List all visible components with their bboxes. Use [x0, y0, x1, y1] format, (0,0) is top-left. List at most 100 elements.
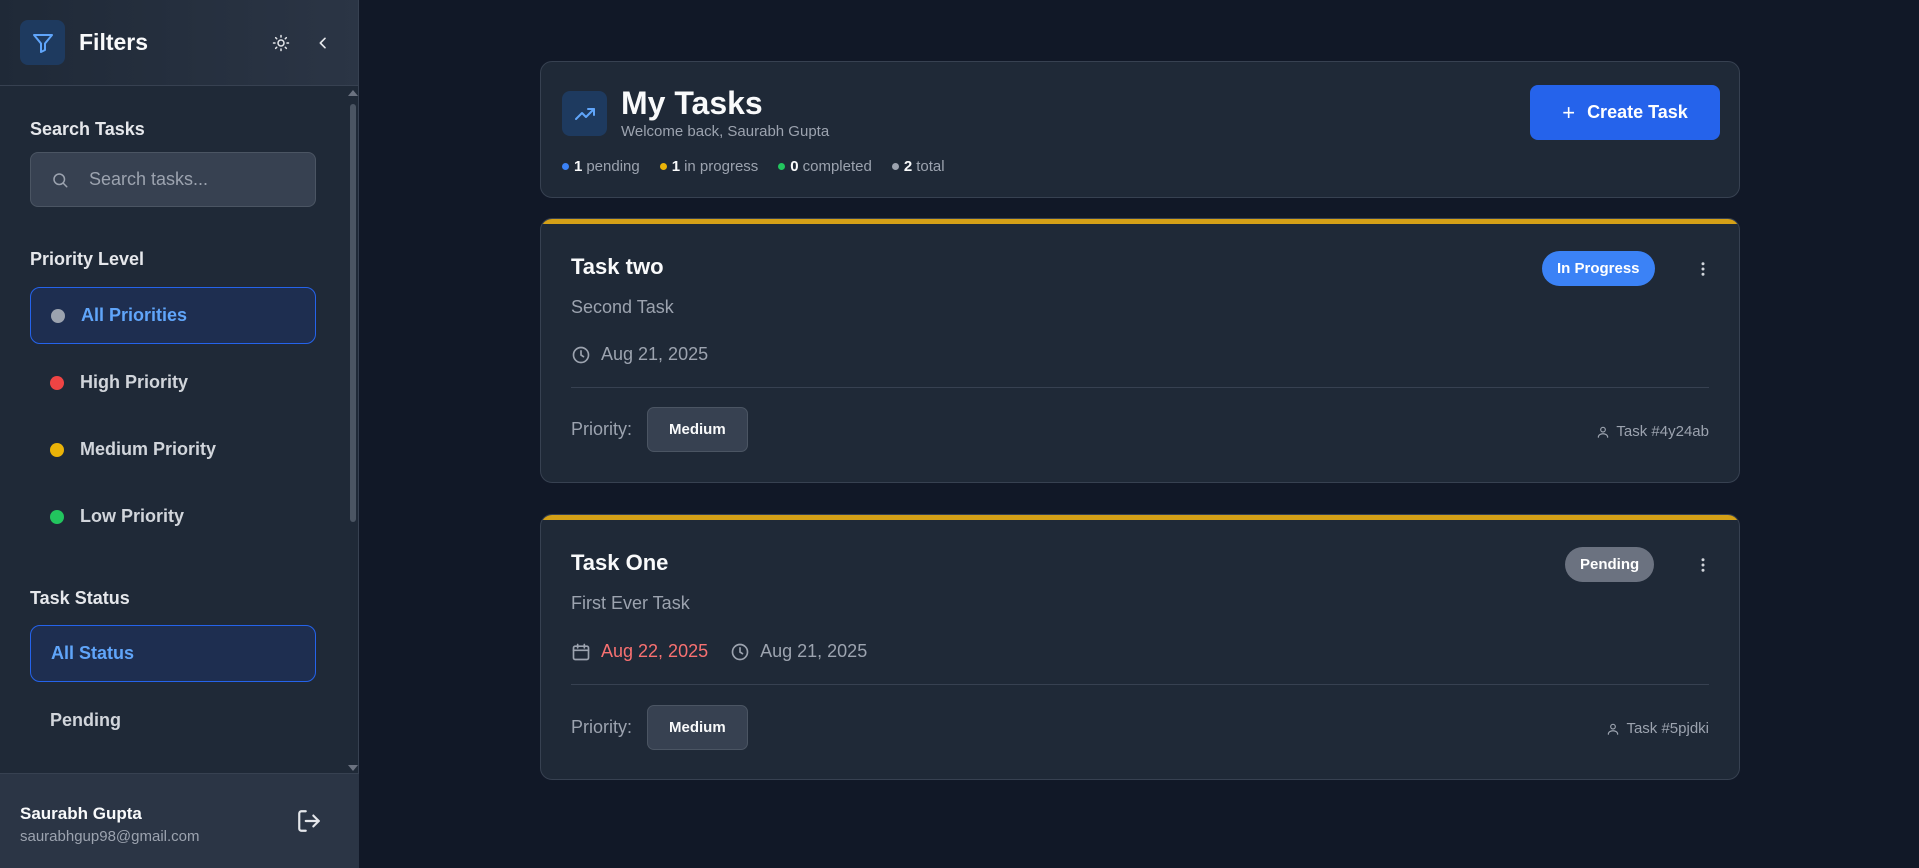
stat-dot: [562, 163, 569, 170]
scroll-up-arrow[interactable]: [348, 90, 358, 96]
task-menu-button[interactable]: [1691, 257, 1715, 281]
stat-label: completed: [802, 158, 872, 175]
scroll-down-arrow[interactable]: [348, 765, 358, 771]
status-label: Task Status: [30, 588, 130, 608]
search-icon: [53, 172, 68, 187]
task-description: First Ever Task: [571, 593, 690, 613]
stat-dot: [659, 163, 667, 170]
stat-dot: [891, 163, 899, 170]
priority-filter-label: All Priorities: [81, 305, 188, 325]
status-filter-label: Pending: [50, 710, 121, 730]
priority-filter-medium[interactable]: Medium Priority: [30, 421, 316, 478]
user-icon: [1608, 723, 1619, 735]
status-filter-all[interactable]: All Status: [30, 625, 316, 682]
task-menu-button[interactable]: [1691, 553, 1715, 577]
sidebar-title: Filters: [79, 29, 149, 55]
more-vertical-icon: [1701, 558, 1705, 572]
sidebar-scrollbar[interactable]: [350, 104, 356, 522]
priority-dot: [50, 509, 64, 524]
priority-filter-label: High Priority: [80, 372, 189, 392]
sun-icon: [272, 34, 290, 51]
updated-date: Aug 21, 2025: [730, 641, 867, 662]
task-id: Task #5pjdki: [1606, 720, 1709, 737]
clock-icon: [572, 346, 590, 363]
stat-count: 1: [671, 158, 681, 175]
status-badge: In Progress: [1542, 251, 1655, 286]
stat-dot: [778, 163, 786, 170]
updated-date-text: Aug 21, 2025: [601, 344, 709, 364]
search-label: Search Tasks: [30, 119, 145, 139]
logout-icon: [298, 810, 320, 832]
priority-filter-high[interactable]: High Priority: [30, 354, 316, 411]
user-name: Saurabh Gupta: [20, 804, 142, 823]
priority-label: Priority Level: [30, 249, 145, 269]
filter-icon: [20, 20, 65, 65]
priority-badge: Medium: [647, 407, 748, 452]
task-title: Task two: [571, 254, 664, 279]
create-task-button[interactable]: + Create Task: [1530, 85, 1720, 140]
clock-icon: [731, 643, 749, 660]
theme-toggle-button[interactable]: [266, 28, 296, 58]
priority-filter-label: Medium Priority: [80, 439, 217, 459]
task-title: Task One: [571, 550, 669, 575]
priority-dot: [50, 442, 64, 457]
search-input[interactable]: [89, 169, 309, 190]
calendar-icon: [572, 643, 590, 660]
stat-total: 2 total: [891, 158, 945, 175]
stat-label: total: [916, 158, 945, 175]
stat-count: 1: [574, 158, 583, 175]
collapse-sidebar-button[interactable]: [308, 28, 338, 58]
priority-dot: [50, 375, 64, 390]
priority-row: Priority: Medium: [571, 705, 748, 750]
priority-bar: [541, 219, 1739, 224]
chevron-left-icon: [319, 37, 326, 48]
priority-filter-all[interactable]: All Priorities: [30, 287, 316, 344]
task-card[interactable]: Task two In Progress Second Task Aug 21,…: [540, 218, 1740, 483]
stat-label: pending: [586, 158, 640, 175]
divider: [571, 387, 1709, 388]
priority-badge: Medium: [647, 705, 748, 750]
priority-label: Priority:: [571, 717, 633, 737]
user-footer: Saurabh Gupta saurabhgup98@gmail.com: [0, 773, 359, 868]
search-box: [30, 152, 316, 207]
sidebar: Filters Search Tasks Priority Level All …: [0, 0, 359, 868]
status-filter-pending[interactable]: Pending: [30, 692, 316, 749]
page-title: My Tasks: [621, 85, 763, 121]
task-stats: 1 pending 1 in progress 0 completed 2 total: [562, 158, 965, 175]
task-id: Task #4y24ab: [1596, 423, 1709, 440]
more-vertical-icon: [1701, 262, 1705, 276]
task-description: Second Task: [571, 297, 674, 317]
tasks-header: My Tasks Welcome back, Saurabh Gupta 1 pe…: [540, 61, 1740, 198]
plus-icon: +: [1562, 99, 1576, 125]
task-card[interactable]: Task One Pending First Ever Task Aug 22,…: [540, 514, 1740, 780]
user-icon: [1598, 426, 1609, 438]
divider: [571, 684, 1709, 685]
stat-count: 2: [903, 158, 913, 175]
user-email: saurabhgup98@gmail.com: [20, 828, 200, 845]
priority-filter-low[interactable]: Low Priority: [30, 488, 316, 545]
sidebar-filters: Search Tasks Priority Level All Prioriti…: [0, 87, 358, 772]
stat-count: 0: [790, 158, 799, 175]
task-dates: Aug 21, 2025: [571, 344, 730, 365]
sidebar-header: Filters: [0, 0, 358, 86]
stat-pending: 1 pending: [562, 158, 640, 175]
logout-button[interactable]: [296, 808, 326, 838]
stat-label: in progress: [684, 158, 759, 175]
status-badge: Pending: [1565, 547, 1655, 582]
priority-bar: [541, 515, 1739, 520]
updated-date: Aug 21, 2025: [571, 344, 708, 365]
priority-label: Priority:: [571, 419, 633, 439]
due-date-text: Aug 22, 2025: [601, 641, 709, 661]
priority-dot: [51, 308, 65, 323]
priority-filter-label: Low Priority: [80, 506, 185, 526]
status-filter-label: All Status: [51, 643, 135, 663]
trending-up-icon: [562, 91, 607, 136]
welcome-text: Welcome back, Saurabh Gupta: [621, 123, 830, 140]
stat-in-progress: 1 in progress: [659, 158, 759, 175]
updated-date-text: Aug 21, 2025: [760, 641, 868, 661]
stat-completed: 0 completed: [778, 158, 872, 175]
priority-row: Priority: Medium: [571, 407, 748, 452]
task-id-text: Task #4y24ab: [1616, 423, 1709, 440]
create-task-label: Create Task: [1587, 102, 1688, 122]
task-dates: Aug 22, 2025 Aug 21, 2025: [571, 641, 889, 662]
